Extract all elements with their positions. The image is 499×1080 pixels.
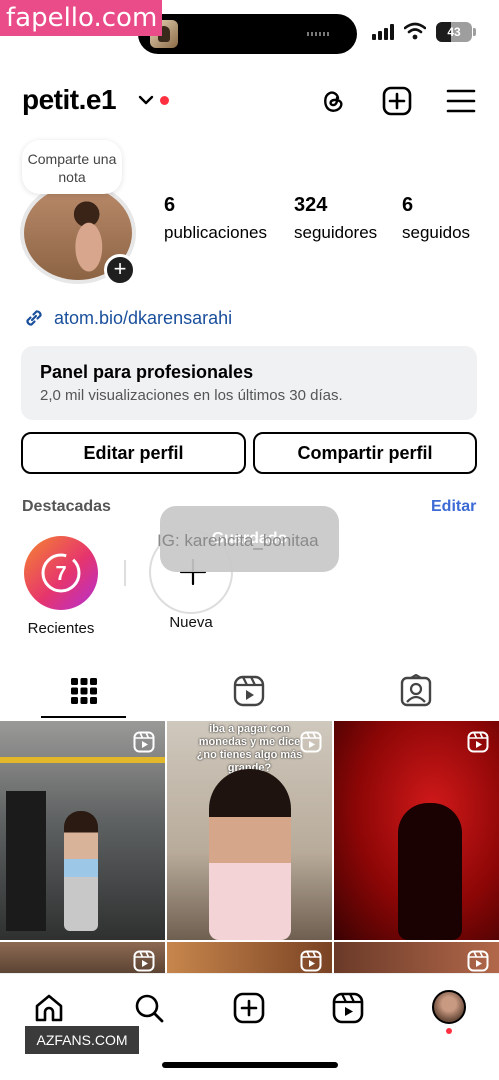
username[interactable]: petit.e1 [22,84,117,116]
reel-icon [133,731,155,753]
reel-icon [467,731,489,753]
highlight-recientes-label: Recientes [27,620,95,637]
share-profile-button[interactable]: Compartir perfil [253,432,477,474]
profile-header: petit.e1 [0,78,499,128]
menu-icon[interactable] [446,86,476,116]
profile-notification-dot [446,1028,452,1034]
stat-followers[interactable]: 324 seguidores [294,194,377,243]
search-icon[interactable] [133,992,165,1024]
reel-icon [467,950,489,972]
grid-post[interactable] [334,942,499,973]
grid-post[interactable] [334,721,499,940]
highlights-title: Destacadas [22,498,111,515]
ig-handle-overlay: IG: karencita_bonitaa [157,531,319,550]
dynamic-island[interactable] [138,14,357,54]
wifi-icon [404,22,426,40]
notification-dot [160,96,169,105]
note-bubble[interactable]: Comparte una nota [22,140,122,194]
watermark-bottom: AZFANS.COM [25,1026,139,1054]
reel-icon [133,950,155,972]
tagged-tab-icon[interactable] [399,674,433,708]
reels-tab-icon[interactable] [232,674,266,708]
watermark-top: fapello.com [0,0,162,36]
professional-dashboard[interactable]: Panel para profesionales 2,0 mil visuali… [21,346,477,420]
profile-tabs [0,664,499,720]
stat-followers-label: seguidores [294,223,378,242]
grid-post[interactable] [0,942,165,973]
highlights-edit-link[interactable]: Editar [431,498,476,516]
add-story-icon[interactable]: + [104,254,136,286]
bio-link-text: atom.bio/dkarensarahi [54,307,233,328]
stat-followers-value: 324 [294,194,328,216]
grid-post[interactable]: iba a pagar con monedas y me dice ¿no ti… [167,721,332,940]
reel-icon [300,731,322,753]
dashboard-subtitle: 2,0 mil visualizaciones en los últimos 3… [40,387,343,404]
stat-following-label: seguidos [402,223,471,242]
recent-highlight-icon: 7 [24,536,98,610]
threads-icon[interactable] [318,86,348,116]
grid-post[interactable] [0,721,165,940]
home-icon[interactable] [33,992,65,1024]
audio-waveform-icon [307,32,331,36]
recent-badge: 7 [55,563,66,585]
link-icon [26,310,42,326]
profile-tab-avatar[interactable] [432,990,466,1024]
highlight-new-label: Nueva [169,614,213,631]
reels-icon[interactable] [332,992,364,1024]
stat-following-value: 6 [402,194,414,216]
dashboard-title: Panel para profesionales [40,362,254,382]
stat-following[interactable]: 6 seguidos [402,194,470,243]
highlight-separator [124,560,126,586]
create-icon[interactable] [233,992,265,1024]
highlight-recientes[interactable]: 7 Recientes [22,536,100,637]
create-post-icon[interactable] [382,86,412,116]
chevron-down-icon[interactable] [138,92,154,108]
bio-link[interactable]: atom.bio/dkarensarahi [22,305,232,331]
stat-posts-label: publicaciones [164,223,268,242]
active-tab-indicator [41,716,126,718]
grid-post[interactable] [167,942,332,973]
stat-posts-value: 6 [164,194,176,216]
stat-posts[interactable]: 6 publicaciones [164,194,267,243]
battery-icon: 43 [436,22,476,42]
grid-tab-icon[interactable] [67,674,101,708]
battery-percent: 43 [447,25,461,39]
home-indicator [162,1062,338,1068]
edit-profile-button[interactable]: Editar perfil [21,432,246,474]
reel-icon [300,950,322,972]
signal-icon [372,24,396,40]
